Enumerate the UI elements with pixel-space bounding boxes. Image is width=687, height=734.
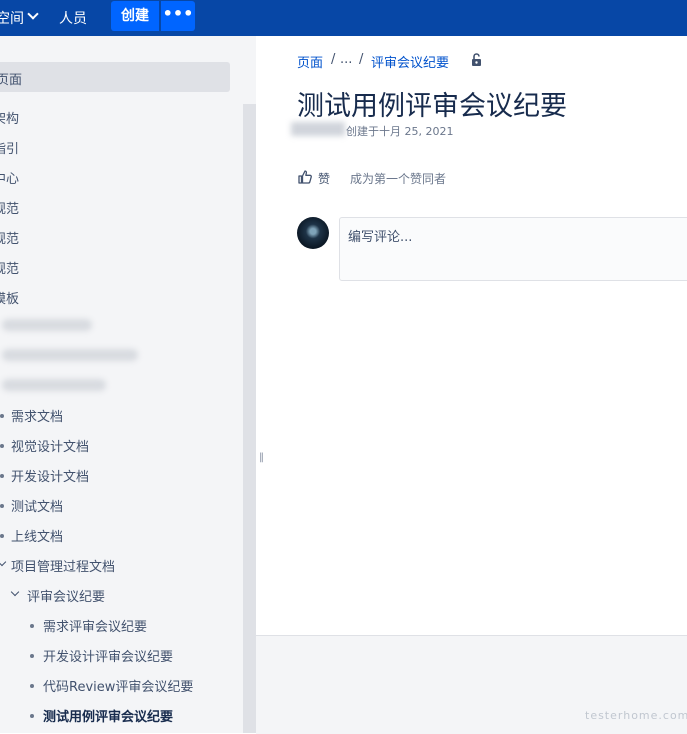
create-button[interactable]: 创建	[111, 1, 159, 31]
bullet-icon	[30, 714, 34, 718]
tree-item-review-minutes[interactable]: 评审会议纪要	[27, 586, 105, 605]
chevron-down-icon[interactable]	[27, 8, 39, 20]
tree-item-requirements-docs[interactable]: 需求文档	[11, 406, 63, 425]
page-byline: 创建于十月 25, 2021	[346, 125, 454, 138]
unlock-icon[interactable]	[470, 53, 484, 67]
tree-item-dev-design-review[interactable]: 开发设计评审会议纪要	[43, 646, 173, 665]
avatar[interactable]	[297, 217, 329, 249]
breadcrumb-separator: /	[331, 52, 336, 67]
breadcrumb-parent[interactable]: 评审会议纪要	[371, 52, 449, 71]
breadcrumb-ellipsis[interactable]: ...	[340, 52, 352, 67]
resize-handle-icon[interactable]: ‖	[259, 452, 264, 463]
sidebar-scrollbar[interactable]	[243, 104, 256, 733]
bullet-icon	[30, 654, 34, 658]
blurred-sidebar-item	[2, 319, 92, 331]
bullet-icon	[0, 414, 4, 418]
sidebar-item-pages[interactable]: 页面	[0, 69, 22, 88]
tree-item-requirements-review[interactable]: 需求评审会议纪要	[43, 616, 147, 635]
chevron-down-icon[interactable]	[10, 587, 20, 597]
tree-item-visual-design-docs[interactable]: 视觉设计文档	[11, 436, 89, 455]
bullet-icon	[30, 684, 34, 688]
sidebar: 页面 架构 指引 中心 规范 规范 规范 模板 需求文档 视觉设计文档 开发设计…	[0, 36, 256, 733]
sidebar-item-center[interactable]: 中心	[0, 168, 19, 187]
tree-item-project-process-docs[interactable]: 项目管理过程文档	[11, 556, 115, 575]
like-hint: 成为第一个赞同者	[350, 172, 447, 186]
breadcrumb-pages[interactable]: 页面	[297, 52, 323, 71]
bullet-icon	[30, 624, 34, 628]
sidebar-item-spec-3[interactable]: 规范	[0, 258, 19, 277]
space-menu[interactable]: 空间	[0, 8, 24, 28]
bullet-icon	[0, 534, 4, 538]
sidebar-item-template[interactable]: 模板	[0, 288, 19, 307]
top-navigation-bar: 空间 人员 创建 •••	[0, 0, 687, 36]
watermark-text: testerhome.com	[585, 709, 687, 722]
people-menu[interactable]: 人员	[59, 8, 87, 28]
sidebar-item-architecture[interactable]: 架构	[0, 108, 19, 127]
blurred-sidebar-item	[2, 379, 106, 391]
sidebar-active-highlight	[0, 62, 230, 92]
bullet-icon	[0, 474, 4, 478]
page-title: 测试用例评审会议纪要	[297, 91, 567, 122]
blurred-sidebar-item	[2, 349, 138, 361]
blurred-author-name	[291, 122, 345, 136]
thumbs-up-icon[interactable]	[297, 169, 313, 185]
tree-item-code-review[interactable]: 代码Review评审会议纪要	[43, 676, 193, 695]
sidebar-item-spec-1[interactable]: 规范	[0, 198, 19, 217]
sidebar-item-spec-2[interactable]: 规范	[0, 228, 19, 247]
tree-item-dev-design-docs[interactable]: 开发设计文档	[11, 466, 89, 485]
tree-item-release-docs[interactable]: 上线文档	[11, 526, 63, 545]
tree-item-testcase-review-current[interactable]: 测试用例评审会议纪要	[43, 706, 173, 725]
tree-item-test-docs[interactable]: 测试文档	[11, 496, 63, 515]
bullet-icon	[0, 504, 4, 508]
breadcrumb-separator: /	[359, 52, 364, 67]
sidebar-item-guide[interactable]: 指引	[0, 138, 19, 157]
bullet-icon	[0, 444, 4, 448]
more-options-button[interactable]: •••	[161, 1, 195, 31]
comment-input[interactable]: 编写评论...	[339, 217, 687, 281]
like-button[interactable]: 赞	[318, 170, 330, 187]
chevron-down-icon[interactable]	[0, 557, 7, 567]
